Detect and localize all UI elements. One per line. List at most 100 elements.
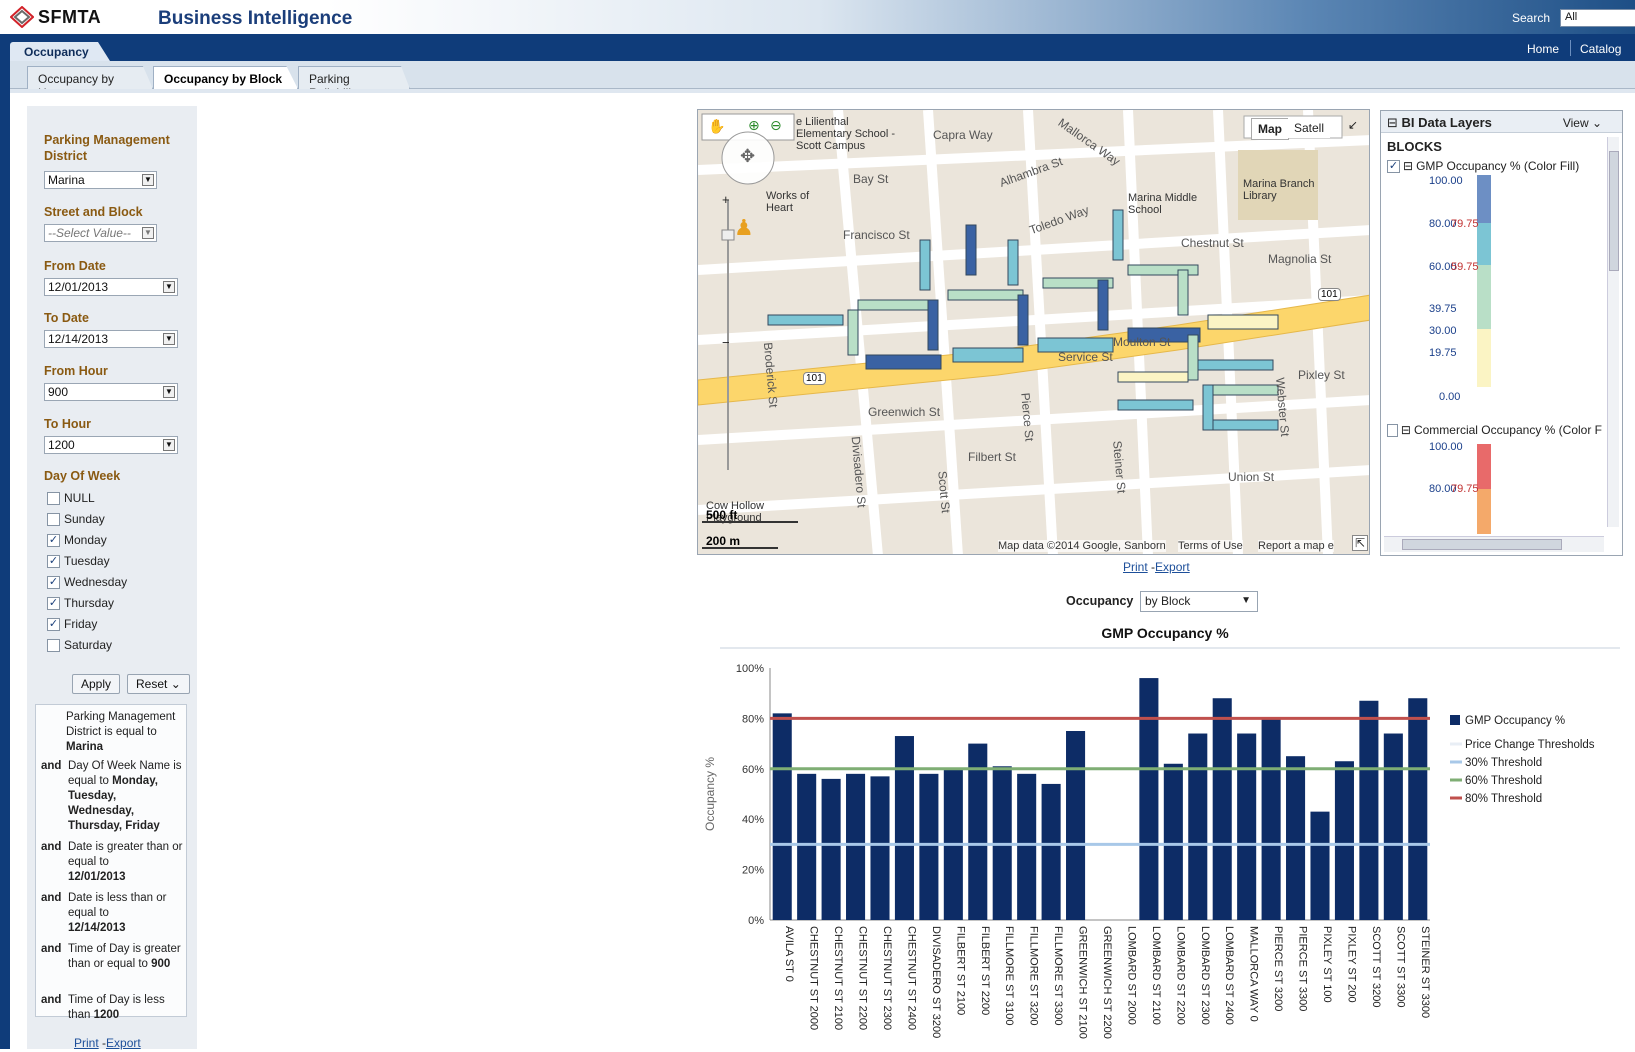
zoom-in-icon[interactable]: ⊕	[748, 117, 760, 134]
street-label: Street and Block	[44, 205, 143, 219]
zoom-out-icon[interactable]: ⊖	[770, 117, 782, 134]
checkbox[interactable]: ✓	[47, 617, 60, 631]
day-checkbox[interactable]: ✓ Friday	[47, 617, 97, 631]
map-export-link[interactable]: Export	[1155, 560, 1190, 574]
chevron-down-icon[interactable]: ▼	[142, 227, 154, 239]
checkbox[interactable]	[1387, 423, 1398, 437]
day-checkbox[interactable]: ✓ Thursday	[47, 596, 114, 610]
day-checkbox[interactable]: ✓ Wednesday	[47, 575, 127, 589]
filter-text: Time of Day is less than 1200	[68, 994, 165, 1021]
expand-map-icon[interactable]: ⇱	[1352, 535, 1368, 551]
checkbox[interactable]	[47, 512, 60, 526]
checkbox[interactable]	[47, 638, 60, 652]
collapse-icon[interactable]: ⊟	[1387, 115, 1398, 130]
x-tick-label: SCOTT ST 3200	[1370, 926, 1382, 1008]
x-tick-label: PIERCE ST 3200	[1272, 926, 1284, 1011]
x-tick-label: LOMBARD ST 2000	[1125, 926, 1137, 1025]
checkbox[interactable]: ✓	[47, 575, 60, 589]
tab-parking-reliability[interactable]: Parking Reliability	[298, 66, 410, 89]
scrollbar-thumb[interactable]	[1402, 539, 1562, 550]
checkbox[interactable]	[47, 491, 60, 505]
day-checkbox[interactable]: ✓ Monday	[47, 533, 107, 547]
legend-swatch	[1450, 715, 1460, 725]
horizontal-scrollbar[interactable]	[1384, 536, 1604, 552]
bar	[1163, 763, 1183, 920]
x-tick-label: CHESTNUT ST 2000	[808, 926, 820, 1030]
layer-item[interactable]: ✓ ⊟ GMP Occupancy % (Color Fill)	[1387, 159, 1579, 173]
map-print-link[interactable]: Print	[1123, 560, 1148, 574]
chevron-down-icon[interactable]: ▼	[142, 174, 154, 186]
pan-control-icon[interactable]: ✥	[740, 146, 755, 167]
tab-occupancy-by-block[interactable]: Occupancy by Block	[153, 66, 298, 89]
checkbox[interactable]: ✓	[1387, 159, 1400, 173]
bar	[1334, 761, 1354, 920]
checkbox[interactable]: ✓	[47, 596, 60, 610]
home-link[interactable]: Home	[1527, 42, 1559, 56]
district-select[interactable]: Marina ▼	[44, 171, 157, 189]
chevron-down-icon[interactable]: ▼	[163, 439, 175, 451]
x-tick-label: STEINER ST 3300	[1419, 926, 1431, 1018]
zoom-minus-icon[interactable]: −	[722, 335, 730, 350]
to-hour-select[interactable]: 1200 ▼	[44, 436, 178, 454]
legend-label: 80% Threshold	[1465, 793, 1542, 805]
pegman-icon[interactable]: ♟	[734, 215, 754, 241]
search-scope-select[interactable]: All	[1560, 9, 1635, 27]
from-hour-label: From Hour	[44, 364, 108, 378]
place-label: e Lilienthal Elementary School - Scott C…	[796, 116, 896, 152]
bar	[1066, 731, 1086, 920]
apply-button[interactable]: Apply	[72, 674, 121, 694]
day-label: NULL	[64, 491, 95, 505]
vertical-scrollbar[interactable]	[1607, 137, 1619, 527]
from-date-input[interactable]: 12/01/2013 ▼	[44, 278, 178, 296]
print-link[interactable]: Print	[74, 1036, 99, 1050]
pan-hand-icon[interactable]: ✋	[708, 118, 725, 135]
map-type-satellite-button[interactable]: Satell	[1288, 118, 1331, 138]
export-link[interactable]: Export	[106, 1036, 141, 1050]
reset-button[interactable]: Reset ⌄	[127, 674, 190, 694]
checkbox[interactable]: ✓	[47, 554, 60, 568]
calendar-dropdown-icon[interactable]: ▼	[163, 281, 175, 293]
bar	[772, 713, 792, 920]
to-date-input[interactable]: 12/14/2013 ▼	[44, 330, 178, 348]
bar	[1286, 756, 1306, 920]
x-tick-label: LOMBARD ST 2300	[1199, 926, 1211, 1025]
x-tick-label: LOMBARD ST 2400	[1223, 926, 1235, 1025]
tab-occupancy-by-hour[interactable]: Occupancy by Hour	[27, 66, 153, 89]
terms-link[interactable]: Terms of Use	[1178, 540, 1243, 552]
bar	[846, 773, 866, 920]
from-hour-select[interactable]: 900 ▼	[44, 383, 178, 401]
layer-item[interactable]: ⊟ Commercial Occupancy % (Color F	[1387, 423, 1602, 437]
collapse-icon[interactable]: ⊟	[1403, 159, 1413, 173]
x-tick-label: CHESTNUT ST 2200	[857, 926, 869, 1030]
report-map-error-link[interactable]: Report a map e	[1258, 540, 1334, 552]
street-placeholder: --Select Value--	[48, 226, 131, 240]
bar	[1310, 811, 1330, 920]
view-menu[interactable]: View ⌄	[1563, 116, 1602, 130]
day-checkbox[interactable]: ✓ Tuesday	[47, 554, 110, 568]
chevron-down-icon[interactable]: ▼	[163, 386, 175, 398]
street-select[interactable]: --Select Value-- ▼	[44, 224, 157, 242]
day-label: Monday	[64, 533, 107, 547]
place-label: Marina Branch Library	[1243, 178, 1315, 202]
app-title: Business Intelligence	[158, 8, 353, 29]
dashboard-tab-occupancy[interactable]: Occupancy	[10, 42, 110, 61]
zoom-plus-icon[interactable]: +	[722, 192, 730, 207]
sfmta-logo[interactable]: SFMTA	[10, 6, 101, 28]
day-checkbox[interactable]: Sunday	[47, 512, 105, 526]
legend-tick: 19.75	[1429, 347, 1457, 359]
day-checkbox[interactable]: NULL	[47, 491, 95, 505]
x-tick-label: AVILA ST 0	[783, 926, 795, 982]
occupancy-view-select[interactable]: by Block ▼	[1140, 591, 1258, 612]
bar	[1212, 698, 1232, 920]
collapse-map-icon[interactable]: ↙	[1348, 118, 1358, 132]
collapse-icon[interactable]: ⊟	[1401, 423, 1411, 437]
checkbox[interactable]: ✓	[47, 533, 60, 547]
scrollbar-thumb[interactable]	[1609, 151, 1619, 271]
catalog-link[interactable]: Catalog	[1580, 42, 1621, 56]
map-view[interactable]: Capra Way Mallorca Way Bay St Alhambra S…	[697, 109, 1370, 555]
calendar-dropdown-icon[interactable]: ▼	[163, 333, 175, 345]
day-checkbox[interactable]: Saturday	[47, 638, 112, 652]
map-type-map-button[interactable]: Map	[1251, 118, 1289, 140]
x-tick-label: CHESTNUT ST 2400	[905, 926, 917, 1030]
day-label: Thursday	[64, 596, 115, 610]
